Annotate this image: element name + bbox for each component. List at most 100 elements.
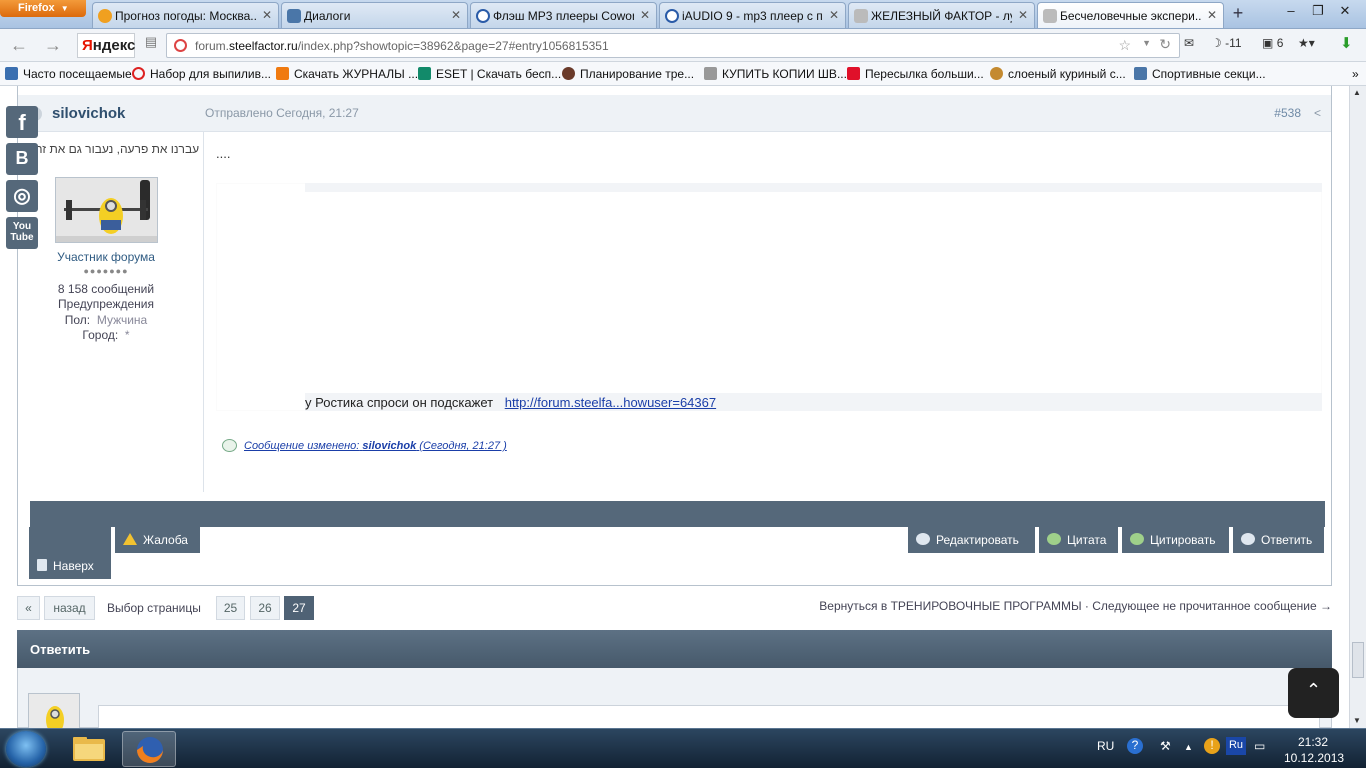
current-page-button[interactable]: 27: [284, 596, 314, 620]
help-icon[interactable]: ?: [1127, 738, 1143, 754]
show-hidden-icons-arrow-icon[interactable]: ▲: [1184, 742, 1193, 752]
page-select-label[interactable]: Выбор страницы: [107, 601, 201, 615]
page-button[interactable]: 25: [216, 596, 245, 620]
bookmark-item[interactable]: слоеный куриный с...: [990, 67, 1126, 81]
cowon-favicon-icon: [476, 9, 490, 23]
edit-button[interactable]: Редактировать: [908, 527, 1035, 553]
user-info-panel: עברנו את פרעה, נעבור גם את זה Участник ф…: [18, 132, 204, 492]
download-icon[interactable]: ⬇: [1340, 34, 1353, 52]
mail-icon[interactable]: ✉: [1184, 36, 1194, 50]
complaint-button[interactable]: Жалоба: [115, 527, 200, 553]
bookmark-item[interactable]: КУПИТЬ КОПИИ ШВ...: [704, 67, 847, 81]
multiquote-button[interactable]: Цитировать: [1122, 527, 1229, 553]
reload-icon[interactable]: ↻: [1159, 36, 1171, 53]
bookmark-item[interactable]: Набор для выпилив...: [132, 67, 271, 81]
user-motto: עברנו את פרעה, נעבור גם את זה: [34, 142, 200, 156]
profile-link[interactable]: http://forum.steelfa...howuser=64367: [505, 395, 716, 410]
chevron-down-icon[interactable]: ▼: [1142, 38, 1151, 48]
bookmarks-overflow-button[interactable]: »: [1336, 67, 1359, 81]
bookmark-item[interactable]: Часто посещаемые: [5, 67, 132, 81]
forum-post: silovichok Отправлено Сегодня, 21:27 #53…: [17, 86, 1332, 586]
youtube-icon[interactable]: You Tube: [6, 217, 38, 249]
page-button[interactable]: 26: [250, 596, 280, 620]
bookmark-item[interactable]: Скачать ЖУРНАЛЫ ...: [276, 67, 418, 81]
previous-page-button[interactable]: назад: [44, 596, 95, 620]
new-tab-button[interactable]: +: [1227, 3, 1249, 25]
window-close-icon[interactable]: ✕: [1332, 3, 1358, 21]
minion-barbell-image: [56, 178, 157, 242]
crown-icon: [704, 67, 717, 80]
close-icon[interactable]: ✕: [829, 8, 839, 22]
yandex-logo[interactable]: Яндекс: [77, 33, 135, 58]
user-gender: Пол: Мужчина: [64, 313, 148, 327]
edit-note-icon: [222, 439, 237, 452]
bookmark-star-icon[interactable]: ☆: [1118, 37, 1131, 54]
post-author[interactable]: silovichok: [52, 105, 125, 122]
windows-start-icon[interactable]: [6, 731, 46, 767]
user-avatar[interactable]: [55, 177, 158, 243]
share-icon[interactable]: <: [1314, 106, 1321, 120]
bookmark-item[interactable]: Планирование тре...: [562, 67, 694, 81]
reader-icon[interactable]: ▤: [140, 34, 162, 54]
facebook-icon[interactable]: f: [6, 106, 38, 138]
firefox-taskbar-button[interactable]: [122, 731, 176, 767]
quote-button[interactable]: Цитата: [1039, 527, 1118, 553]
bookmark-item[interactable]: ESET | Скачать бесп...: [418, 67, 561, 81]
vk-icon[interactable]: B: [6, 143, 38, 175]
tab-active-forum[interactable]: Бесчеловечные экспери... ✕: [1037, 2, 1224, 28]
keyboard-layout-indicator[interactable]: Ru: [1226, 737, 1246, 755]
tab-steelfactor[interactable]: ЖЕЛЕЗНЫЙ ФАКТОР - луч... ✕: [848, 2, 1035, 28]
edited-link[interactable]: Сообщение изменено: silovichok (Сегодня,…: [244, 440, 507, 452]
tray-tools-icon[interactable]: ⚒: [1160, 739, 1171, 753]
network-icon[interactable]: ▭: [1254, 739, 1265, 753]
scroll-up-arrow-icon[interactable]: ▲: [1353, 88, 1361, 97]
close-icon[interactable]: ✕: [1207, 8, 1217, 22]
user-post-count[interactable]: 8 158 сообщений: [18, 282, 194, 296]
return-to-forum-link[interactable]: Вернуться в ТРЕНИРОВОЧНЫЕ ПРОГРАММЫ · Сл…: [819, 599, 1332, 613]
address-bar[interactable]: forum.steelfactor.ru/index.php?showtopic…: [166, 33, 1180, 58]
multiquote-icon: [1130, 533, 1144, 545]
bookmark-item[interactable]: Пересылка больши...: [847, 67, 984, 81]
notification-icon: ▣: [1262, 36, 1274, 50]
weather-favicon-icon: [98, 9, 112, 23]
bookmark-item[interactable]: Спортивные секци...: [1134, 67, 1266, 81]
scrollbar-thumb[interactable]: [1352, 642, 1364, 678]
maximize-icon[interactable]: ❐: [1305, 3, 1331, 21]
tab-iaudio[interactable]: iAUDIO 9 - mp3 плеер с п... ✕: [659, 2, 846, 28]
forward-arrow-icon[interactable]: →: [42, 35, 64, 55]
back-arrow-icon[interactable]: ←: [8, 35, 30, 55]
close-icon[interactable]: ✕: [262, 8, 272, 22]
content-divider: [305, 183, 1322, 192]
warning-tray-icon[interactable]: !: [1204, 738, 1220, 754]
addon-star-icon[interactable]: ★▾: [1298, 36, 1315, 50]
tab-weather[interactable]: Прогноз погоды: Москва... ✕: [92, 2, 279, 28]
tab-cowon[interactable]: Флэш MP3 плееры Cowon... ✕: [470, 2, 657, 28]
top-button[interactable]: Наверх: [29, 553, 111, 579]
scroll-down-arrow-icon[interactable]: ▼: [1353, 716, 1361, 725]
tab-dialogs[interactable]: Диалоги ✕: [281, 2, 468, 28]
system-clock[interactable]: 21:32 10.12.2013: [1284, 734, 1344, 766]
instagram-icon[interactable]: ◎: [6, 180, 38, 212]
language-indicator[interactable]: RU: [1097, 739, 1114, 753]
close-icon[interactable]: ✕: [1018, 8, 1028, 22]
site-identity-icon[interactable]: [174, 39, 187, 52]
chevron-down-icon: ▼: [60, 4, 69, 13]
scroll-to-top-button[interactable]: ⌃: [1288, 668, 1339, 718]
first-page-button[interactable]: «: [17, 596, 40, 620]
post-date: Отправлено Сегодня, 21:27: [205, 106, 359, 120]
vk-icon: [1134, 67, 1147, 80]
explorer-taskbar-button[interactable]: [62, 731, 116, 767]
vertical-scrollbar[interactable]: ▲ ▼: [1349, 86, 1366, 728]
reply-button[interactable]: Ответить: [1233, 527, 1324, 553]
weather-widget[interactable]: ☽ -11: [1211, 36, 1242, 50]
firefox-menu-button[interactable]: Firefox ▼: [0, 0, 86, 17]
close-icon[interactable]: ✕: [451, 8, 461, 22]
post-checkbox-button[interactable]: [29, 527, 111, 553]
forum-page: silovichok Отправлено Сегодня, 21:27 #53…: [0, 86, 1349, 728]
post-number-link[interactable]: #538: [1274, 106, 1301, 120]
reply-editor[interactable]: [98, 705, 1320, 728]
magazine-icon: [276, 67, 289, 80]
close-icon[interactable]: ✕: [640, 8, 650, 22]
minimize-icon[interactable]: ‒: [1278, 3, 1304, 21]
notifications-widget[interactable]: ▣ 6: [1262, 36, 1283, 50]
